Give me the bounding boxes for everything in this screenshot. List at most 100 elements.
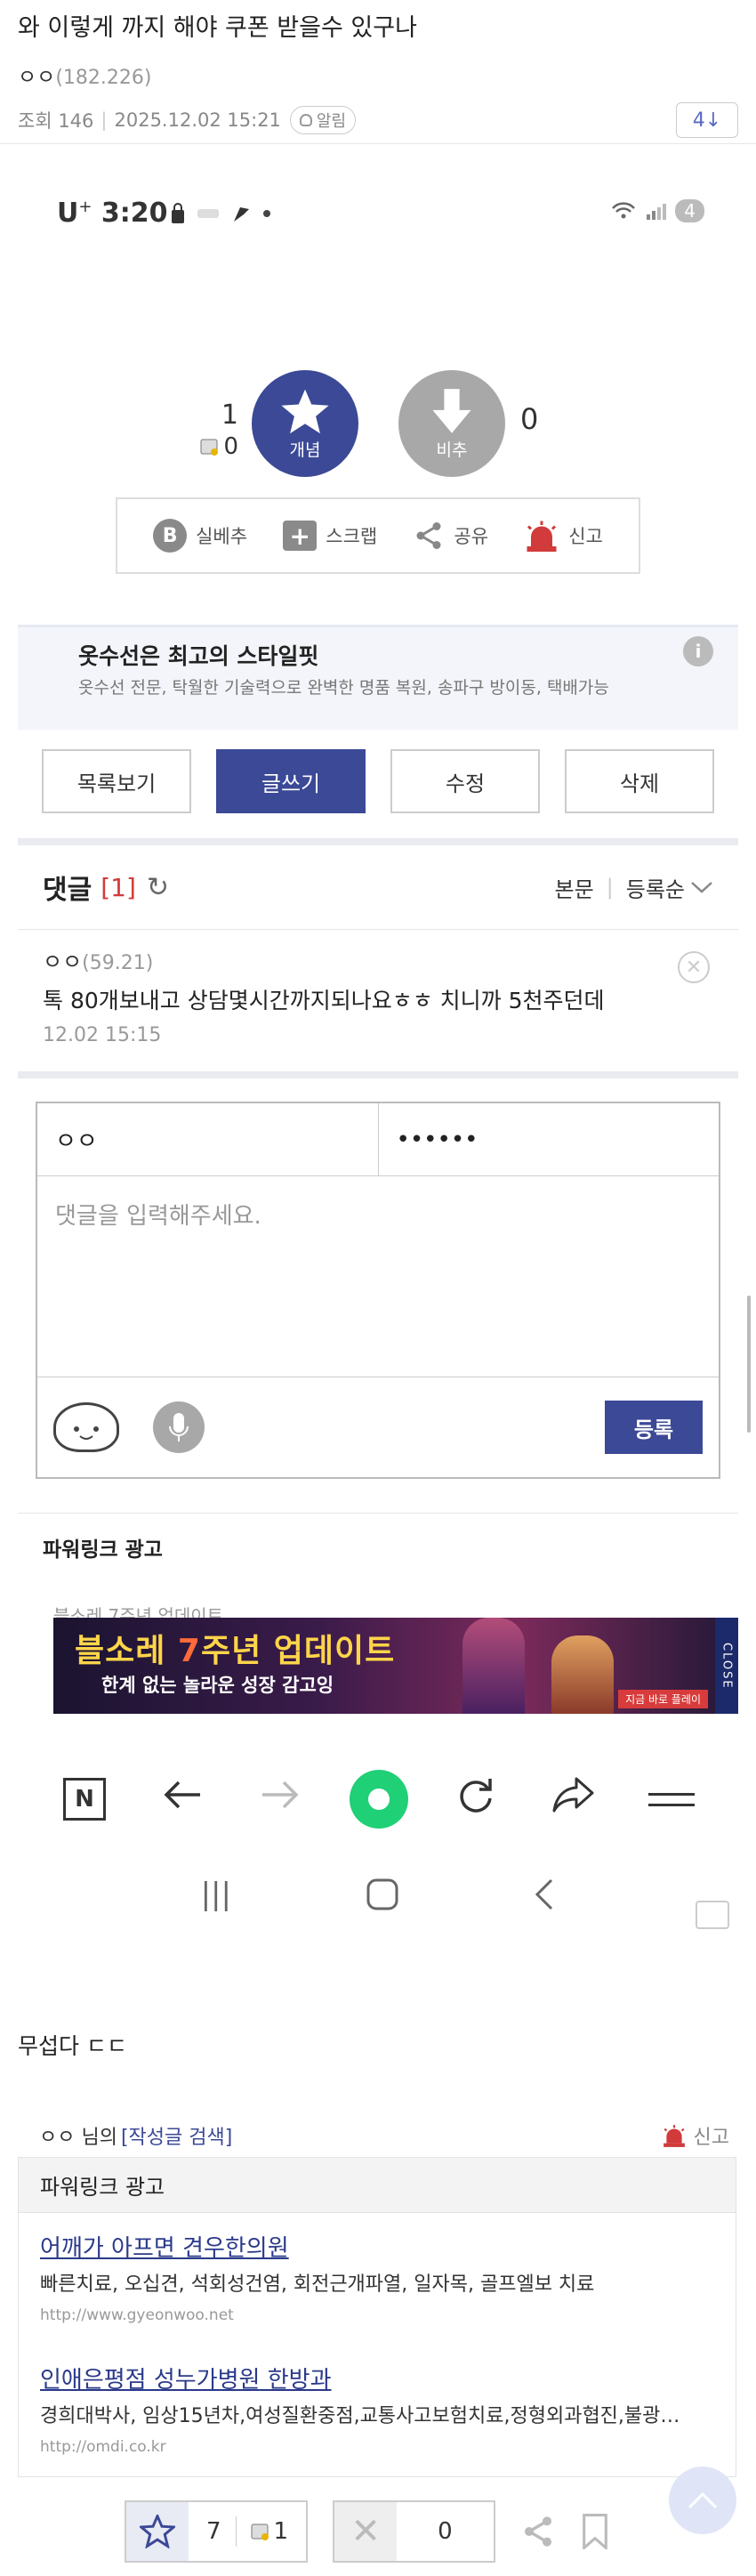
alarm-button[interactable]: 알림 (289, 106, 357, 134)
reload-icon[interactable] (447, 1773, 504, 1825)
banner-close-button[interactable]: CLOSE (715, 1618, 738, 1714)
fixed-member-icon (200, 439, 219, 456)
banner-sub: 한계 없는 놀라운 성장 감고잉 (101, 1675, 334, 1696)
upvote-button[interactable]: 개념 (252, 370, 358, 477)
list-button[interactable]: 목록보기 (42, 749, 191, 813)
post-author[interactable]: ㅇㅇ(182.226) (18, 64, 738, 92)
carrier-time: U+ 3:20 (57, 198, 168, 229)
scroll-top-button[interactable] (669, 2467, 736, 2534)
share-icon[interactable] (520, 2514, 556, 2549)
author-search-link[interactable]: [작성글 검색] (121, 2121, 232, 2150)
author-name[interactable]: ㅇㅇ (18, 66, 55, 89)
bottom-downvote-count: 0 (438, 2518, 453, 2545)
password-field[interactable]: •••••• (379, 1103, 720, 1175)
write-button[interactable]: 글쓰기 (216, 749, 366, 813)
naver-home-button[interactable]: N (56, 1778, 113, 1821)
dccon-icon[interactable] (53, 1402, 119, 1452)
report-button[interactable]: 신고 (524, 520, 603, 552)
bottom-downvote[interactable]: ✕ 0 (333, 2500, 495, 2563)
text-ad[interactable]: 옷수선은 최고의 스타일핏 옷수선 전문, 탁월한 기술력으로 완벽한 명품 복… (18, 625, 738, 730)
scrap-label: 스크랩 (326, 526, 378, 547)
comment-author[interactable]: ㅇㅇ(59.21) (43, 944, 713, 981)
powerlink-ads: 파워링크 광고 어깨가 아프면 견우한의원 빠른치료, 오십견, 석회성건염, … (18, 2157, 736, 2477)
bottom-fixed-upvote: 1 (273, 2518, 289, 2545)
alarm-label: 알림 (316, 112, 347, 131)
comment-textarea[interactable]: 댓글을 입력해주세요. (37, 1176, 719, 1377)
powerlink-ad-item[interactable]: 인애은평점 성누가병원 한방과 경희대박사, 임상15년차,여성질환중점,교통사… (19, 2345, 736, 2476)
dot-icon (263, 210, 270, 217)
mic-icon[interactable] (153, 1401, 205, 1453)
forward-arrow-icon[interactable] (252, 1777, 309, 1821)
downvote-button[interactable]: 비추 (398, 370, 505, 477)
bottom-upvote[interactable]: 71 (125, 2500, 309, 2563)
best-button[interactable]: B 실베추 (153, 519, 247, 553)
scrap-button[interactable]: + 스크랩 (283, 521, 377, 551)
bookmark-icon[interactable] (581, 2514, 609, 2549)
system-back-icon[interactable] (534, 1877, 555, 1911)
edit-button[interactable]: 수정 (390, 749, 540, 813)
share-label: 공유 (454, 526, 489, 547)
powerlink-ad-url[interactable]: http://www.gyeonwoo.net (40, 2302, 714, 2329)
recent-apps-icon[interactable]: ||| (201, 1877, 231, 1912)
status-right: 4 (611, 199, 704, 222)
lock-icon (172, 203, 184, 223)
bottom-upvote-count: 7 (206, 2518, 221, 2545)
chevron-down-icon[interactable] (690, 879, 713, 895)
comment-sort: 본문 | 등록순 (554, 872, 713, 903)
comment-form-footer: 등록 (37, 1377, 719, 1477)
post-report-button[interactable]: 신고 (662, 2121, 729, 2150)
meta-divider: | (101, 109, 108, 131)
home-icon[interactable] (366, 1877, 399, 1911)
flag-icon (234, 207, 249, 222)
post-title: 와 이렇게 까지 해야 쿠폰 받을수 있구나 (18, 14, 417, 42)
chevron-up-icon (688, 2491, 718, 2509)
star-outline-icon[interactable] (126, 2502, 189, 2561)
refresh-icon[interactable]: ↻ (147, 872, 169, 903)
banner-image[interactable]: 블소레 7주년 업데이트 한계 없는 놀라운 성장 감고잉 지금 바로 플레이 (53, 1618, 717, 1714)
fixed-upvote: 0 (185, 432, 238, 461)
comment-author-name[interactable]: ㅇㅇ (43, 949, 82, 974)
author-ip: (182.226) (55, 67, 152, 89)
post-actions: B 실베추 + 스크랩 공유 신고 (116, 497, 640, 574)
banner-ad[interactable]: 블소레 7주년 업데이트 블소레 7주년 업데이트 한계 없는 놀라운 성장 감… (18, 1602, 738, 1714)
signal-icon (647, 204, 667, 220)
hamburger-glyph (648, 1792, 695, 1806)
powerlink-ads-title: 파워링크 광고 (19, 2158, 736, 2213)
bottom-vote-bar: 71 ✕ 0 (125, 2500, 609, 2563)
comment-header: 댓글 [1] ↻ 본문 | 등록순 (18, 838, 738, 929)
share-arrow-icon[interactable] (545, 1775, 602, 1823)
banner-headline: 블소레 7주년 업데이트 (75, 1625, 395, 1671)
talk-icon (197, 209, 219, 218)
chat-icon[interactable] (696, 1901, 729, 1929)
nickname-field[interactable]: ㅇㅇ (37, 1103, 379, 1175)
powerlink-ad-title[interactable]: 어깨가 아프면 견우한의원 (40, 2229, 714, 2268)
share-button[interactable]: 공유 (413, 520, 488, 552)
menu-icon[interactable] (643, 1785, 700, 1814)
upvote-number: 1 (221, 400, 238, 431)
powerlink-ad-title[interactable]: 인애은평점 성누가병원 한방과 (40, 2361, 714, 2400)
sort-body[interactable]: 본문 (554, 872, 593, 903)
delete-button[interactable]: 삭제 (565, 749, 714, 813)
siren-icon (663, 2125, 685, 2147)
vote-area: 1 0 개념 비추 0 B 실베추 + 스크랩 공유 신고 (0, 349, 756, 574)
powerlink-ad-url[interactable]: http://omdi.co.kr (40, 2434, 714, 2460)
banner-figure (551, 1635, 614, 1714)
carrier-label: U (57, 198, 79, 229)
scrollbar[interactable] (747, 1296, 751, 1433)
delete-comment-icon[interactable]: ✕ (678, 951, 710, 983)
info-icon[interactable]: i (683, 636, 713, 666)
share-icon (416, 522, 441, 549)
x-icon[interactable]: ✕ (334, 2502, 398, 2561)
powerlink-ad-item[interactable]: 어깨가 아프면 견우한의원 빠른치료, 오십견, 석회성건염, 회전근개파열, … (19, 2213, 736, 2345)
back-arrow-icon[interactable] (154, 1777, 211, 1821)
banner-headline-num: 7 (177, 1633, 201, 1669)
ad-title[interactable]: 옷수선은 최고의 스타일핏 (78, 640, 678, 674)
submit-comment-button[interactable]: 등록 (605, 1401, 703, 1454)
screenshot-status-bar: U+ 3:20 4 (0, 144, 756, 349)
sort-order[interactable]: 등록순 (626, 872, 685, 903)
green-dot-button[interactable] (350, 1770, 408, 1829)
comment-count-button[interactable]: 4↓ (676, 102, 738, 138)
wifi-icon (612, 202, 636, 219)
star-icon (281, 389, 329, 433)
banner-cta[interactable]: 지금 바로 플레이 (618, 1690, 708, 1708)
